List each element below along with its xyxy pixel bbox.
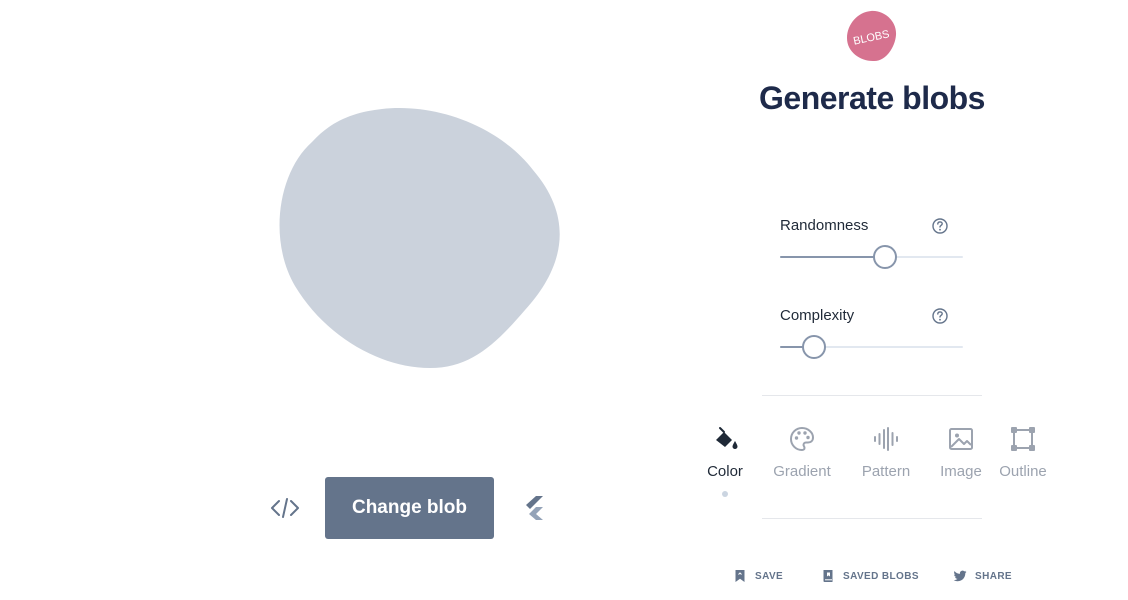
- flutter-button[interactable]: [517, 491, 551, 525]
- tab-gradient[interactable]: Gradient: [762, 425, 842, 480]
- blob-preview: [270, 100, 580, 380]
- saved-blobs-button[interactable]: SAVED BLOBS: [821, 569, 919, 583]
- tab-color[interactable]: Color: [685, 425, 765, 497]
- tab-outline[interactable]: Outline: [983, 425, 1063, 480]
- blob-controls: Change blob: [268, 477, 551, 539]
- randomness-label: Randomness: [780, 217, 869, 234]
- share-button[interactable]: SHARE: [953, 569, 1012, 583]
- tab-pattern[interactable]: Pattern: [846, 425, 926, 480]
- tab-pattern-label: Pattern: [861, 463, 911, 480]
- outline-icon: [1011, 427, 1035, 451]
- complexity-track[interactable]: [780, 335, 963, 359]
- image-icon: [949, 428, 973, 450]
- randomness-thumb[interactable]: [873, 245, 898, 269]
- divider-bottom: [762, 518, 982, 519]
- book-icon: [823, 570, 833, 582]
- bookmark-icon: [735, 570, 745, 582]
- complexity-slider: Complexity: [780, 307, 964, 359]
- randomness-fill: [780, 256, 885, 258]
- paint-bucket-icon: [716, 427, 738, 449]
- complexity-label: Complexity: [780, 307, 855, 324]
- saved-blobs-label: SAVED BLOBS: [843, 570, 919, 582]
- randomness-slider: Randomness: [780, 217, 964, 269]
- fill-type-tabs: Color Gradient Pattern Image Outline: [700, 425, 1060, 510]
- complexity-help-icon[interactable]: [931, 307, 949, 325]
- page-title: Generate blobs: [759, 80, 985, 116]
- save-button[interactable]: SAVE: [733, 569, 783, 583]
- logo: BLOBS: [843, 8, 899, 64]
- active-tab-indicator: [722, 491, 728, 497]
- share-label: SHARE: [975, 570, 1013, 582]
- code-icon: [271, 498, 299, 518]
- divider-top: [762, 395, 982, 396]
- code-button[interactable]: [268, 491, 302, 525]
- complexity-thumb[interactable]: [801, 335, 826, 359]
- tab-gradient-label: Gradient: [773, 463, 831, 480]
- blob-shape: [279, 108, 560, 368]
- waveform-icon: [874, 427, 898, 451]
- tab-color-label: Color: [707, 463, 743, 480]
- randomness-track[interactable]: [780, 245, 963, 269]
- tab-outline-label: Outline: [999, 463, 1047, 480]
- twitter-icon: [953, 570, 967, 582]
- randomness-help-icon[interactable]: [931, 217, 949, 235]
- palette-icon: [789, 426, 815, 452]
- flutter-icon: [526, 496, 543, 520]
- change-blob-button[interactable]: Change blob: [325, 477, 494, 539]
- save-label: SAVE: [755, 570, 784, 582]
